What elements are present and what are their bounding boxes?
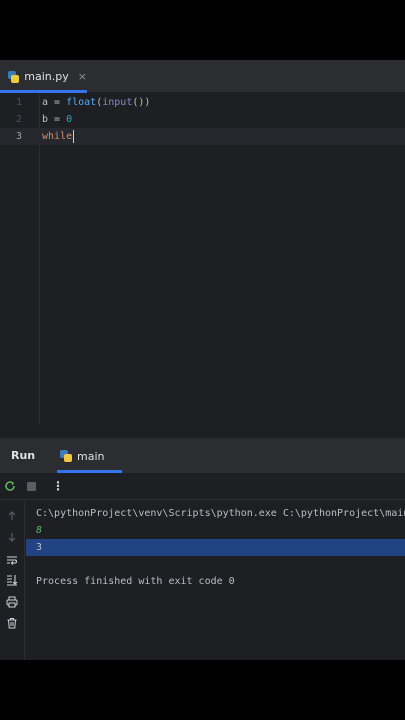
active-tab-indicator [0,90,87,93]
run-header: Run main [0,439,405,473]
trash-icon[interactable] [3,617,21,635]
line-number: 3 [15,131,22,142]
text-caret [73,129,75,143]
rerun-icon[interactable] [1,477,19,495]
code-text: a = float(input()) [42,97,151,108]
console-user-input: 8 [36,525,43,536]
line-number: 1 [15,97,22,108]
console-sidebar [0,501,25,661]
run-tool-window: Run main ⋮ C:\pythonProject\venv\Scripts… [0,438,405,661]
code-line-2[interactable]: 2 b = 0 [0,111,405,128]
code-editor[interactable]: 1 a = float(input()) 2 b = 0 3 while [0,94,405,424]
run-tab-main[interactable]: main [57,439,122,473]
scroll-to-end-icon[interactable] [3,574,21,592]
up-arrow-icon[interactable] [3,509,21,527]
letterbox-bottom [0,660,405,720]
code-text: b = 0 [42,114,73,125]
active-tab-indicator [57,470,122,473]
console-output[interactable]: C:\pythonProject\venv\Scripts\python.exe… [26,501,405,661]
soft-wrap-icon[interactable] [3,553,21,571]
ide-window: main.py × 1 a = float(input()) 2 b = 0 3… [0,60,405,661]
print-icon[interactable] [3,596,21,614]
down-arrow-icon[interactable] [3,530,21,548]
tab-main-py[interactable]: main.py × [0,60,87,93]
run-tab-label: main [77,449,105,463]
stop-icon[interactable] [22,477,40,495]
console-exit-message: Process finished with exit code 0 [36,576,235,587]
editor-tab-bar: main.py × [0,60,405,93]
tab-filename: main.py [24,70,69,83]
python-file-icon [8,70,20,83]
run-toolbar: ⋮ [0,474,405,500]
close-icon[interactable]: × [78,70,87,83]
line-number: 2 [15,114,22,125]
console-command-line: C:\pythonProject\venv\Scripts\python.exe… [36,508,405,519]
more-options-icon[interactable]: ⋮ [49,477,67,495]
code-line-3[interactable]: 3 while [0,128,405,145]
run-title: Run [11,449,36,462]
console-output-line: 3 [26,539,405,556]
code-text: while [42,129,75,143]
letterbox-top [0,0,405,60]
code-line-1[interactable]: 1 a = float(input()) [0,94,405,111]
python-file-icon [60,450,72,462]
